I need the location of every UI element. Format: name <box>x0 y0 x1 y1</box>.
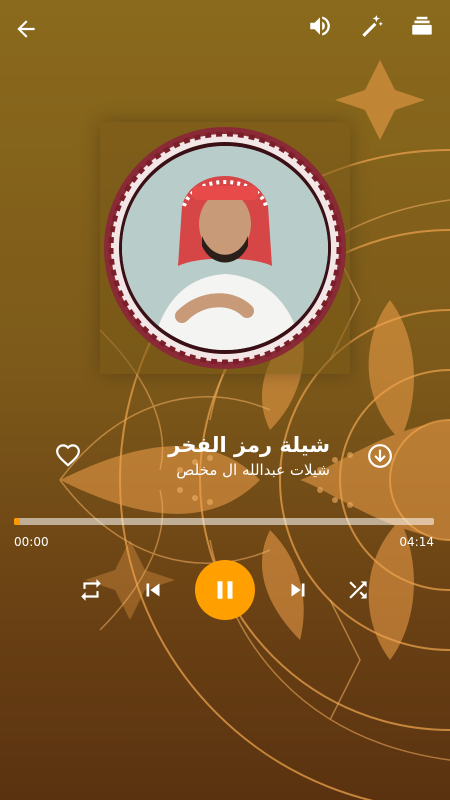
album-cover-card <box>100 122 350 374</box>
magic-wand-icon[interactable] <box>353 8 389 44</box>
shuffle-icon[interactable] <box>338 570 378 610</box>
song-title: شيلة رمز الفخر <box>168 433 330 457</box>
artist-photo <box>122 146 328 350</box>
download-icon[interactable] <box>362 438 398 474</box>
artist-name: شيلات عبدالله ال مخلص <box>176 461 330 479</box>
top-bar <box>0 0 450 56</box>
skip-next-icon[interactable] <box>278 570 318 610</box>
repeat-icon[interactable] <box>71 570 111 610</box>
total-time: 04:14 <box>399 535 434 549</box>
progress-fill <box>14 518 21 525</box>
progress-bar[interactable] <box>14 518 434 525</box>
favorite-heart-icon[interactable] <box>50 438 86 474</box>
volume-icon[interactable] <box>302 8 338 44</box>
pause-button[interactable] <box>195 560 255 620</box>
skip-previous-icon[interactable] <box>133 570 173 610</box>
current-time: 00:00 <box>14 535 49 549</box>
track-info: شيلة رمز الفخر شيلات عبدالله ال مخلص <box>120 432 330 480</box>
back-arrow-icon[interactable] <box>8 11 44 47</box>
mandala-background <box>59 60 450 800</box>
layers-icon[interactable] <box>404 8 440 44</box>
pause-icon <box>217 581 233 599</box>
